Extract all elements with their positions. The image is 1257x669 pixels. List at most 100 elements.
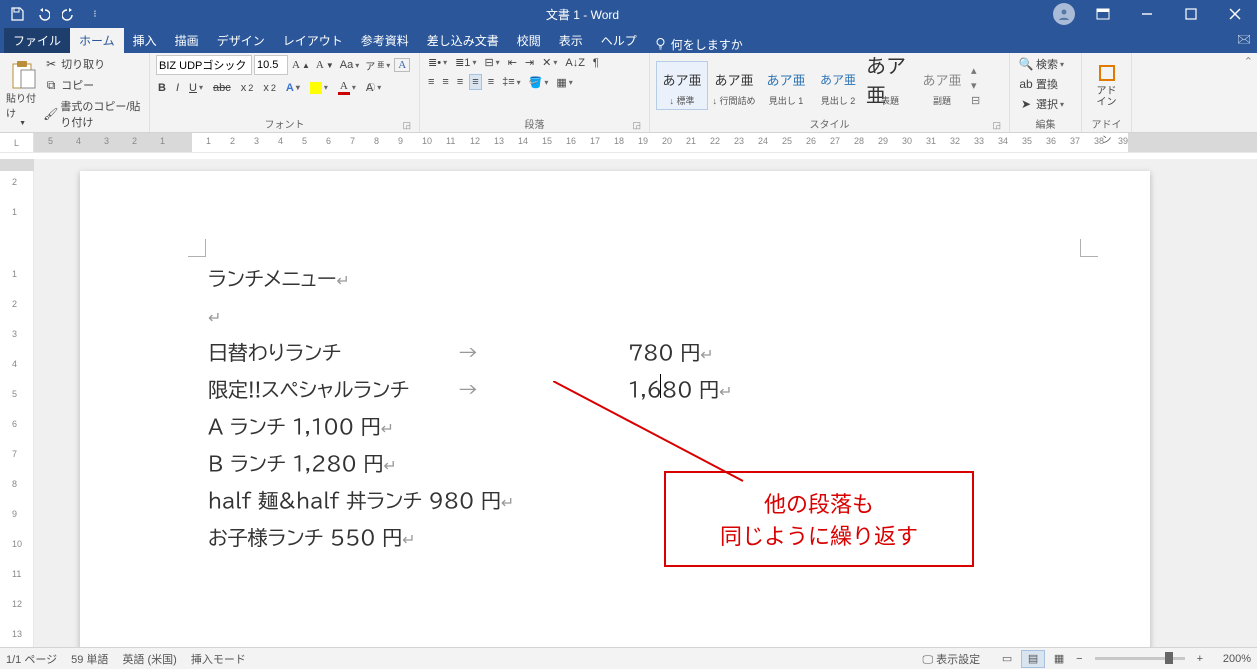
bullets-button[interactable]: ≣•	[426, 55, 449, 70]
view-web-layout[interactable]: ▦	[1047, 650, 1071, 668]
ribbon-options-icon[interactable]	[1081, 0, 1125, 28]
style-item-4[interactable]: あア亜表題	[864, 62, 916, 109]
tell-me[interactable]: 何をしますか	[646, 36, 751, 53]
justify-button[interactable]: ≡	[469, 74, 481, 90]
font-color-button[interactable]: A	[336, 79, 358, 96]
view-print-layout[interactable]: ▤	[1021, 650, 1045, 668]
close-icon[interactable]	[1213, 0, 1257, 28]
qat-customize-icon[interactable]: ⁝	[84, 3, 106, 25]
tab-references[interactable]: 参考資料	[352, 28, 418, 53]
text-effects-button[interactable]: A	[284, 81, 302, 95]
copy-icon: ⧉	[43, 77, 59, 93]
styles-group-label: スタイル	[810, 120, 850, 131]
page[interactable]: ランチメニュー↵↵日替わりランチ→780 円↵限定!!スペシャルランチ→1,68…	[80, 171, 1150, 647]
account-avatar[interactable]	[1053, 3, 1075, 25]
shrink-font-button[interactable]: A▼	[314, 58, 336, 72]
shading-button[interactable]: 🪣	[527, 75, 551, 90]
tab-home[interactable]: ホーム	[70, 28, 124, 53]
tab-insert[interactable]: 挿入	[124, 28, 166, 53]
cut-button[interactable]: ✂切り取り	[41, 55, 143, 73]
style-name: ↓ 標準	[669, 94, 694, 107]
cursor-icon: ➤	[1018, 96, 1034, 112]
align-right-button[interactable]: ≡	[455, 75, 465, 89]
paste-button[interactable]: 貼り付け ▼	[6, 60, 39, 127]
decrease-indent-button[interactable]: ⇤	[506, 55, 519, 70]
tab-mailings[interactable]: 差し込み文書	[418, 28, 508, 53]
copy-button[interactable]: ⧉コピー	[41, 76, 143, 94]
doc-line-0[interactable]: ランチメニュー↵	[208, 261, 1090, 298]
select-button[interactable]: ➤選択	[1016, 95, 1066, 113]
style-item-1[interactable]: あア亜↓ 行間詰め	[708, 62, 760, 109]
view-read-mode[interactable]: ▭	[995, 650, 1019, 668]
maximize-icon[interactable]	[1169, 0, 1213, 28]
font-size-input[interactable]	[254, 55, 288, 75]
style-preview: あア亜	[866, 64, 914, 94]
grow-font-button[interactable]: A▲	[290, 58, 312, 72]
save-icon[interactable]	[6, 3, 28, 25]
group-clipboard: 貼り付け ▼ ✂切り取り ⧉コピー 🖌書式のコピー/貼り付け クリップボード◲	[0, 53, 150, 132]
style-item-2[interactable]: あア亜見出し 1	[760, 62, 812, 109]
align-left-button[interactable]: ≡	[426, 75, 436, 89]
share-icon[interactable]: 🖂	[1237, 30, 1251, 51]
doc-line-2[interactable]: 日替わりランチ→780 円↵	[208, 335, 1090, 372]
collapse-ribbon-icon[interactable]: ⌃	[1244, 55, 1253, 68]
underline-button[interactable]: U	[187, 81, 205, 95]
show-marks-button[interactable]: ¶	[591, 56, 601, 70]
superscript-button[interactable]: x2	[261, 81, 278, 95]
italic-button[interactable]: I	[174, 81, 181, 95]
multilevel-button[interactable]: ⊟	[482, 55, 501, 70]
asian-layout-button[interactable]: ✕	[540, 55, 559, 70]
subscript-button[interactable]: x2	[239, 81, 256, 95]
styles-more-button[interactable]: ▴▾⊟	[968, 64, 983, 107]
tab-layout[interactable]: レイアウト	[274, 28, 352, 53]
numbering-button[interactable]: ≣1	[453, 55, 478, 70]
find-button[interactable]: 🔍検索	[1016, 55, 1066, 73]
status-words[interactable]: 59 単語	[71, 651, 108, 667]
vertical-ruler[interactable]: 211234567891011121314	[0, 159, 34, 647]
font-name-input[interactable]	[156, 55, 252, 75]
styles-launcher-icon[interactable]: ◲	[992, 120, 1001, 131]
bold-button[interactable]: B	[156, 81, 168, 95]
paragraph-launcher-icon[interactable]: ◲	[632, 120, 641, 131]
phonetic-guide-button[interactable]: ア亜	[363, 57, 392, 74]
search-icon: 🔍	[1018, 56, 1034, 72]
tab-draw[interactable]: 描画	[166, 28, 208, 53]
minimize-icon[interactable]	[1125, 0, 1169, 28]
tab-view[interactable]: 表示	[550, 28, 592, 53]
undo-icon[interactable]	[32, 3, 54, 25]
status-display-settings[interactable]: 🖵 表示設定	[922, 651, 980, 667]
style-item-5[interactable]: あア亜副題	[916, 62, 968, 109]
lightbulb-icon	[654, 37, 667, 53]
tab-design[interactable]: デザイン	[208, 28, 274, 53]
align-center-button[interactable]: ≡	[440, 75, 450, 89]
sort-button[interactable]: A↓Z	[563, 56, 587, 70]
increase-indent-button[interactable]: ⇥	[523, 55, 536, 70]
horizontal-ruler[interactable]: 5432112345678910111213141516171819202122…	[34, 133, 1257, 152]
highlight-button[interactable]	[308, 81, 330, 95]
borders-button[interactable]: ▦	[554, 75, 574, 90]
line-spacing-button[interactable]: ‡≡	[500, 75, 523, 89]
format-painter-button[interactable]: 🖌書式のコピー/貼り付け	[41, 97, 143, 131]
redo-icon[interactable]	[58, 3, 80, 25]
zoom-out-button[interactable]: −	[1076, 653, 1082, 665]
zoom-slider[interactable]	[1095, 657, 1185, 660]
distributed-button[interactable]: ≡	[486, 75, 496, 89]
zoom-level[interactable]: 200%	[1207, 653, 1251, 665]
style-item-0[interactable]: あア亜↓ 標準	[656, 61, 708, 110]
enclose-char-button[interactable]: A⃝	[364, 81, 383, 95]
replace-button[interactable]: ab置換	[1016, 75, 1060, 93]
status-language[interactable]: 英語 (米国)	[122, 651, 176, 667]
tab-review[interactable]: 校閲	[508, 28, 550, 53]
doc-line-1[interactable]: ↵	[208, 298, 1090, 335]
tab-help[interactable]: ヘルプ	[592, 28, 646, 53]
status-page[interactable]: 1/1 ページ	[6, 651, 57, 667]
addins-button[interactable]: アドイン	[1097, 63, 1117, 108]
tab-file[interactable]: ファイル	[4, 28, 70, 53]
change-case-button[interactable]: Aa	[338, 58, 361, 72]
style-item-3[interactable]: あア亜見出し 2	[812, 62, 864, 109]
status-mode[interactable]: 挿入モード	[191, 651, 246, 667]
font-launcher-icon[interactable]: ◲	[402, 120, 411, 131]
clear-format-button[interactable]: A	[394, 58, 410, 72]
strike-button[interactable]: abc	[211, 81, 233, 95]
zoom-in-button[interactable]: +	[1197, 653, 1203, 665]
